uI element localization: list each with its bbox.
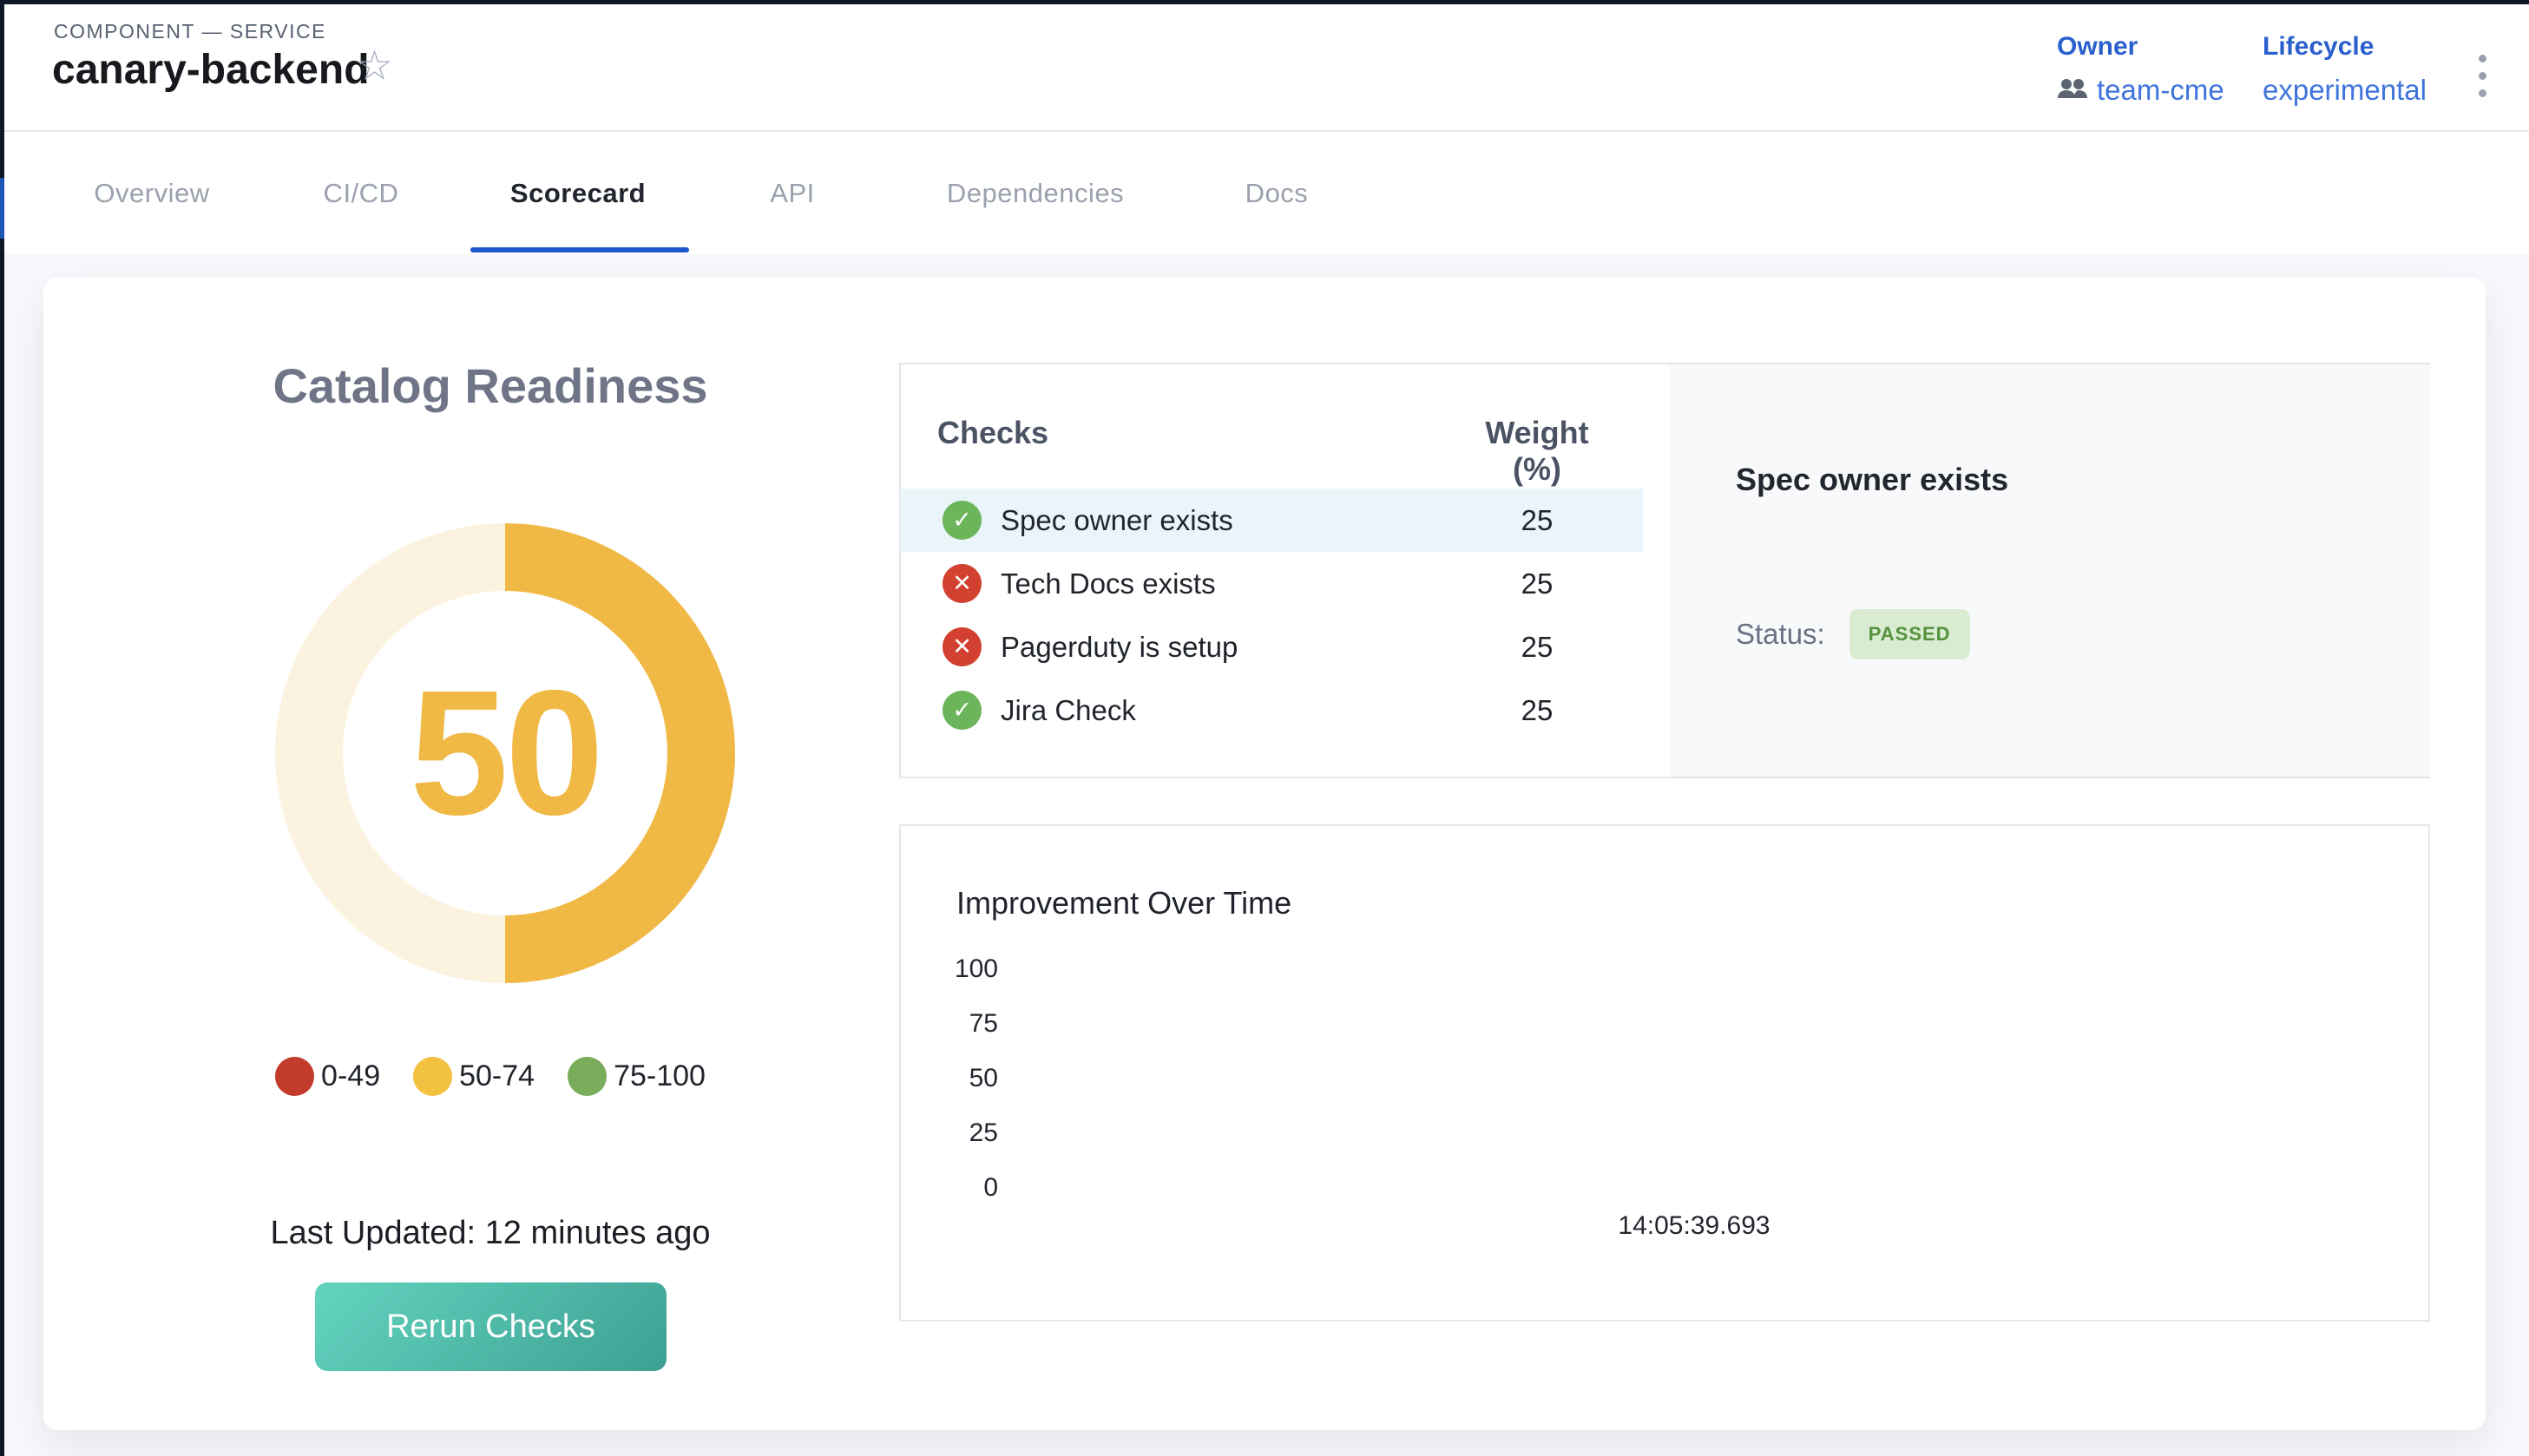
breadcrumb: COMPONENT — SERVICE [54, 20, 326, 43]
y-axis-tick: 50 [901, 1064, 998, 1093]
score-value: 50 [410, 651, 601, 856]
window-top-edge [0, 0, 2529, 4]
check-name: Pagerduty is setup [1001, 631, 1238, 664]
checks-column-header: Checks [937, 415, 1048, 451]
check-weight: 25 [1463, 567, 1611, 600]
check-pass-icon: ✓ [943, 691, 982, 730]
check-weight: 25 [1463, 504, 1611, 537]
team-icon [2057, 74, 2088, 107]
active-tab-indicator [470, 247, 689, 253]
check-row-pagerduty[interactable]: ✕ Pagerduty is setup 25 [902, 615, 1643, 679]
weight-column-header: Weight (%) [1463, 415, 1611, 488]
lifecycle-block: Lifecycle experimental [2263, 32, 2427, 107]
legend-label: 75-100 [614, 1059, 706, 1093]
lifecycle-label: Lifecycle [2263, 32, 2427, 62]
owner-link[interactable]: team-cme [2057, 74, 2224, 107]
status-label: Status: [1736, 618, 1825, 651]
last-updated-text: Last Updated: 12 minutes ago [143, 1215, 838, 1252]
check-name: Jira Check [1001, 694, 1136, 727]
y-axis-tick: 25 [901, 1118, 998, 1148]
page-title: canary-backend [52, 46, 370, 94]
x-axis-tick: 14:05:39.693 [1618, 1211, 1770, 1241]
scorecard-page: COMPONENT — SERVICE canary-backend ☆ Own… [0, 0, 2529, 1456]
tab-api[interactable]: API [770, 132, 814, 254]
tab-bar: Overview CI/CD Scorecard API Dependencie… [4, 132, 2529, 254]
legend-dot-green [568, 1057, 607, 1096]
favorite-star-icon[interactable]: ☆ [356, 46, 393, 88]
score-gauge-center: 50 [343, 591, 667, 915]
legend-item-low: 0-49 [275, 1057, 380, 1096]
scorecard-title: Catalog Readiness [143, 357, 838, 414]
chart-title: Improvement Over Time [956, 885, 1291, 921]
y-axis-tick: 75 [901, 1009, 998, 1039]
tab-cicd[interactable]: CI/CD [324, 132, 399, 254]
detail-title: Spec owner exists [1736, 462, 2008, 498]
rerun-checks-button[interactable]: Rerun Checks [315, 1282, 667, 1371]
check-name: Spec owner exists [1001, 504, 1233, 537]
tab-scorecard[interactable]: Scorecard [510, 132, 646, 254]
check-pass-icon: ✓ [943, 501, 982, 540]
owner-label: Owner [2057, 32, 2224, 62]
legend-label: 0-49 [321, 1059, 380, 1093]
detail-status-row: Status: PASSED [1736, 609, 1970, 659]
legend-dot-yellow [413, 1057, 452, 1096]
legend-item-high: 75-100 [568, 1057, 706, 1096]
check-weight: 25 [1463, 631, 1611, 664]
improvement-chart-panel: Improvement Over Time 100 75 50 25 0 14:… [899, 824, 2430, 1322]
check-row-spec-owner[interactable]: ✓ Spec owner exists 25 [902, 489, 1643, 552]
tab-overview[interactable]: Overview [94, 132, 209, 254]
check-row-jira[interactable]: ✓ Jira Check 25 [902, 679, 1643, 742]
score-gauge: 50 [275, 523, 735, 983]
check-weight: 25 [1463, 694, 1611, 727]
legend-label: 50-74 [459, 1059, 535, 1093]
checks-panel: Checks Weight (%) ✓ Spec owner exists 25… [899, 363, 2430, 778]
owner-value: team-cme [2097, 74, 2224, 107]
entity-header: COMPONENT — SERVICE canary-backend ☆ Own… [4, 4, 2529, 130]
lifecycle-value: experimental [2263, 74, 2427, 107]
check-fail-icon: ✕ [943, 627, 982, 666]
y-axis-tick: 100 [901, 954, 998, 984]
check-fail-icon: ✕ [943, 564, 982, 603]
more-options-kebab-icon[interactable] [2473, 49, 2492, 102]
tab-dependencies[interactable]: Dependencies [947, 132, 1124, 254]
y-axis-tick: 0 [901, 1173, 998, 1203]
legend-dot-red [275, 1057, 314, 1096]
legend-item-mid: 50-74 [413, 1057, 535, 1096]
check-row-tech-docs[interactable]: ✕ Tech Docs exists 25 [902, 552, 1643, 615]
left-edge-accent-segment [0, 178, 4, 239]
status-badge: PASSED [1849, 609, 1970, 659]
owner-block: Owner team-cme [2057, 32, 2224, 107]
check-detail-panel: Spec owner exists Status: PASSED [1670, 364, 2430, 777]
score-legend: 0-49 50-74 75-100 [143, 1057, 838, 1096]
tab-docs[interactable]: Docs [1245, 132, 1309, 254]
check-name: Tech Docs exists [1001, 567, 1216, 600]
